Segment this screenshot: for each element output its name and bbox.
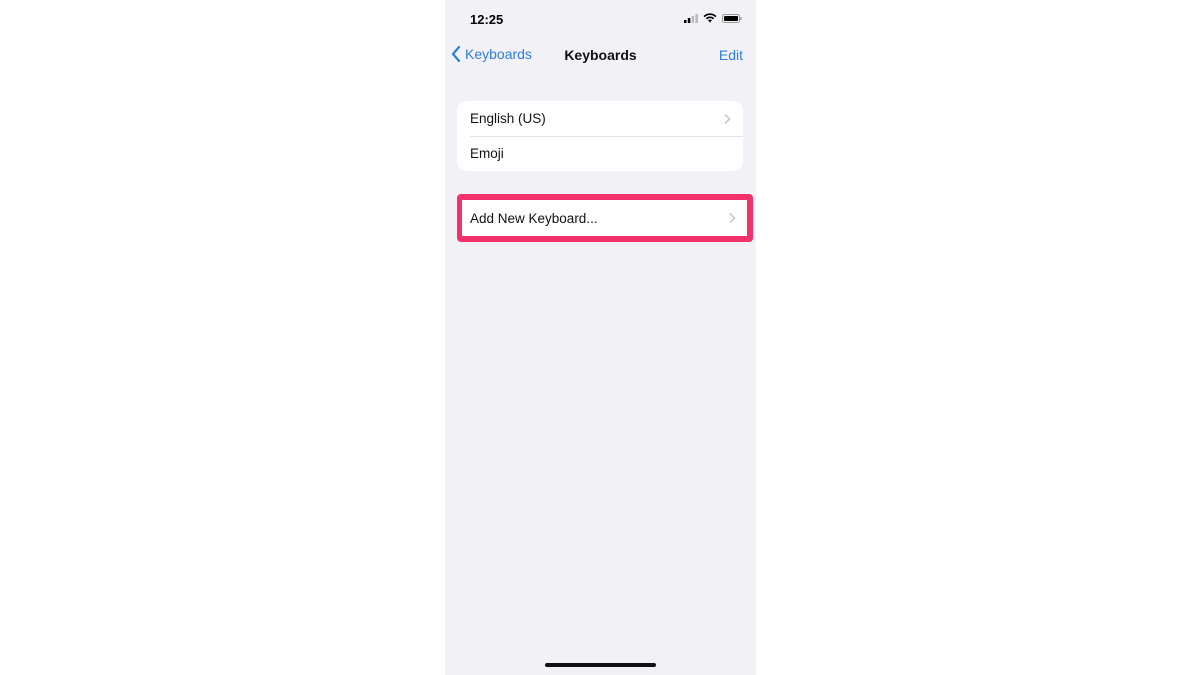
keyboard-row-english[interactable]: English (US) [457,101,743,136]
add-keyboard-label: Add New Keyboard... [470,210,598,226]
keyboard-label: English (US) [470,111,546,126]
signal-icon [684,13,698,23]
wifi-icon [703,13,717,23]
back-label: Keyboards [465,46,532,62]
keyboards-list: English (US) Emoji [457,101,743,171]
back-button[interactable]: Keyboards [451,46,532,62]
add-new-keyboard-button[interactable]: Add New Keyboard... [462,200,747,236]
phone-screen: 12:25 Keyboards Keyboards Edit English (… [445,0,756,675]
highlight-box: Add New Keyboard... [457,194,753,242]
keyboard-label: Emoji [470,146,504,161]
keyboard-row-emoji[interactable]: Emoji [457,136,743,171]
edit-button[interactable]: Edit [719,47,743,63]
battery-icon [722,13,742,23]
status-time: 12:25 [470,12,504,27]
navigation-bar: Keyboards Keyboards Edit [445,46,756,66]
chevron-left-icon [451,46,461,62]
status-icons [684,13,742,23]
chevron-right-icon [729,212,736,224]
chevron-right-icon [724,113,731,124]
